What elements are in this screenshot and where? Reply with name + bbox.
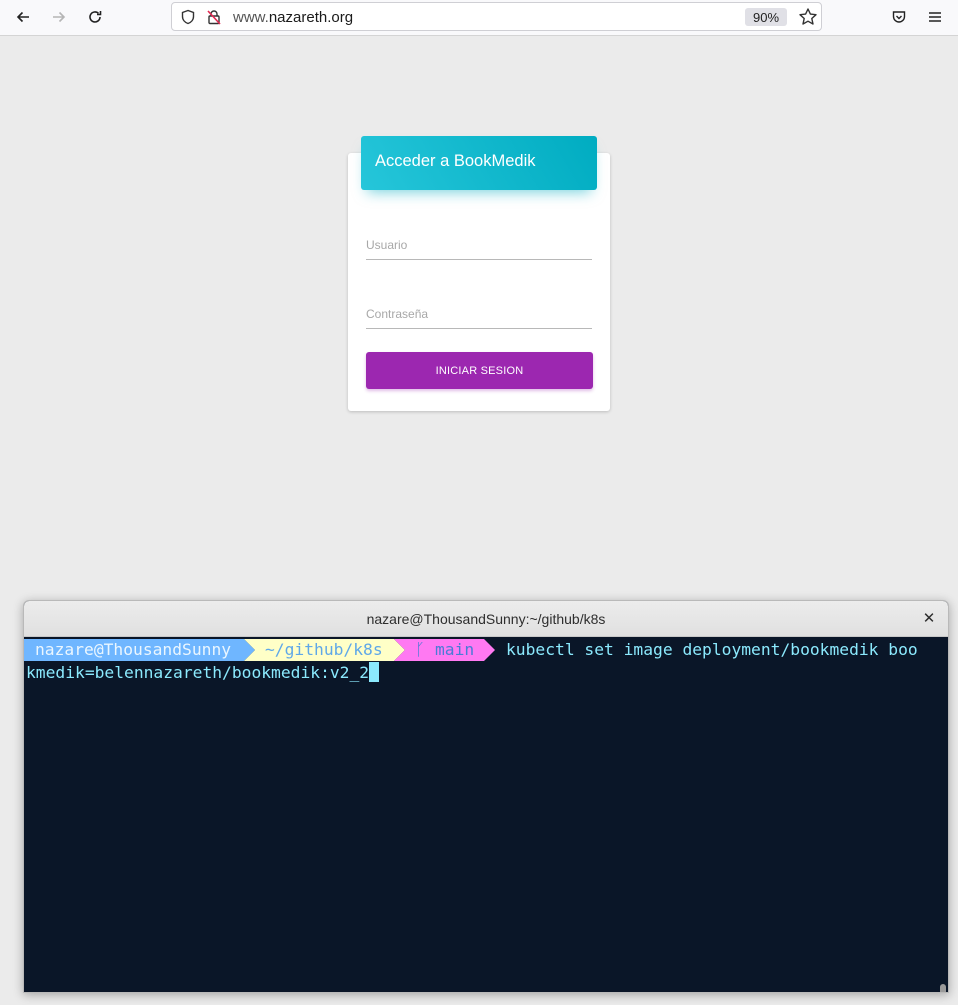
terminal-command-continuation: kmedik=belennazareth/bookmedik:v2_2 [26, 661, 380, 684]
password-field[interactable] [366, 300, 592, 329]
url-prefix: www. [233, 9, 269, 26]
bookmark-star-icon[interactable] [798, 7, 818, 27]
git-branch-icon: ᚴ [415, 640, 425, 659]
terminal-scrollbar[interactable] [936, 637, 948, 992]
terminal-prompt-line: nazare@ThousandSunny ~/github/k8s ᚴ main… [24, 638, 936, 661]
forward-arrow-icon[interactable] [45, 4, 73, 30]
back-arrow-icon[interactable] [9, 4, 37, 30]
close-icon[interactable]: ✕ [920, 609, 938, 627]
reload-icon[interactable] [81, 4, 109, 30]
login-card-header: Acceder a BookMedik [361, 136, 597, 190]
prompt-branch: main [435, 640, 475, 659]
terminal-scrollbar-thumb[interactable] [940, 984, 946, 992]
prompt-user: nazare@ThousandSunny [35, 640, 232, 659]
username-input[interactable] [366, 231, 592, 259]
url-text[interactable]: www.nazareth.org [233, 9, 353, 26]
url-host: nazareth.org [268, 9, 354, 26]
pocket-icon[interactable] [885, 4, 913, 30]
username-field[interactable] [366, 231, 592, 260]
shield-icon[interactable] [180, 9, 196, 25]
terminal-title: nazare@ThousandSunny:~/github/k8s [366, 611, 606, 627]
command-text-line2: kmedik=belennazareth/bookmedik:v2_2 [26, 663, 370, 682]
hamburger-menu-icon[interactable] [921, 4, 949, 30]
terminal-window[interactable]: nazare@ThousandSunny:~/github/k8s ✕ naza… [23, 600, 949, 993]
terminal-body[interactable]: nazare@ThousandSunny ~/github/k8s ᚴ main… [24, 637, 936, 992]
prompt-directory: ~/github/k8s [265, 640, 383, 659]
zoom-level-badge[interactable]: 90% [745, 8, 787, 26]
terminal-cursor [369, 662, 380, 682]
insecure-lock-icon[interactable] [206, 9, 222, 25]
terminal-titlebar[interactable]: nazare@ThousandSunny:~/github/k8s ✕ [24, 601, 948, 637]
command-text-line1: kubectl set image deployment/bookmedik b… [506, 640, 918, 659]
password-input[interactable] [366, 300, 592, 328]
browser-toolbar: www.nazareth.org 90% [0, 0, 958, 36]
login-submit-button[interactable]: INICIAR SESION [366, 352, 593, 389]
url-bar[interactable]: www.nazareth.org 90% [171, 2, 822, 31]
